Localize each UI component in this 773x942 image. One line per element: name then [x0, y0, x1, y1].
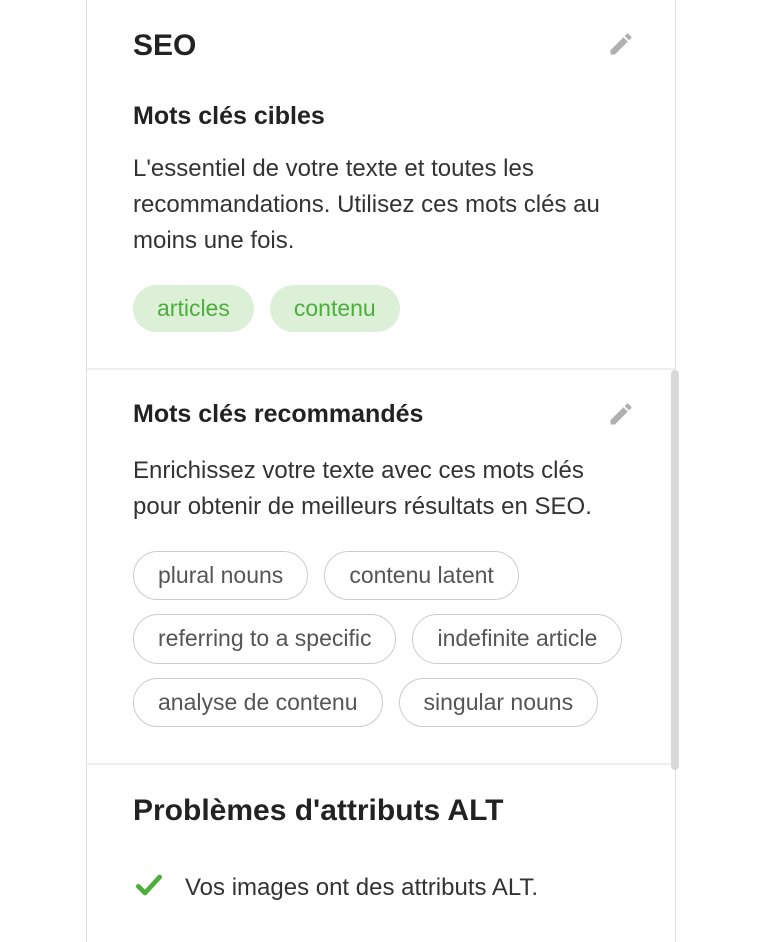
target-keywords-block: Mots clés cibles L'essentiel de votre te…	[133, 100, 635, 332]
recommended-keywords-tags: plural nouns contenu latent referring to…	[133, 551, 635, 728]
seo-panel: SEO Mots clés cibles L'essentiel de votr…	[86, 0, 676, 942]
target-keywords-description: L'essentiel de votre texte et toutes les…	[133, 151, 635, 259]
scrollbar-thumb[interactable]	[671, 370, 679, 770]
recommended-keywords-section: Mots clés recommandés Enrichissez votre …	[87, 370, 675, 765]
check-icon	[133, 869, 165, 906]
alt-issues-title: Problèmes d'attributs ALT	[133, 793, 635, 829]
seo-header: SEO	[133, 28, 635, 64]
keyword-tag[interactable]: contenu	[270, 285, 400, 333]
keyword-tag[interactable]: indefinite article	[412, 614, 622, 664]
seo-title: SEO	[133, 28, 196, 64]
pencil-icon[interactable]	[607, 30, 635, 58]
keyword-tag[interactable]: referring to a specific	[133, 614, 396, 664]
recommended-keywords-heading: Mots clés recommandés	[133, 398, 423, 431]
pencil-icon[interactable]	[607, 400, 635, 428]
target-keywords-heading: Mots clés cibles	[133, 100, 635, 133]
seo-section: SEO Mots clés cibles L'essentiel de votr…	[87, 0, 675, 370]
keyword-tag[interactable]: contenu latent	[324, 551, 519, 601]
keyword-tag[interactable]: singular nouns	[399, 678, 599, 728]
target-keywords-tags: articles contenu	[133, 285, 635, 333]
recommended-keywords-description: Enrichissez votre texte avec ces mots cl…	[133, 453, 635, 525]
alt-issues-section: Problèmes d'attributs ALT Vos images ont…	[87, 765, 675, 942]
recommended-header: Mots clés recommandés	[133, 398, 635, 431]
alt-status-text: Vos images ont des attributs ALT.	[185, 874, 538, 902]
keyword-tag[interactable]: plural nouns	[133, 551, 308, 601]
keyword-tag[interactable]: analyse de contenu	[133, 678, 383, 728]
alt-status-row: Vos images ont des attributs ALT.	[133, 869, 635, 906]
keyword-tag[interactable]: articles	[133, 285, 254, 333]
